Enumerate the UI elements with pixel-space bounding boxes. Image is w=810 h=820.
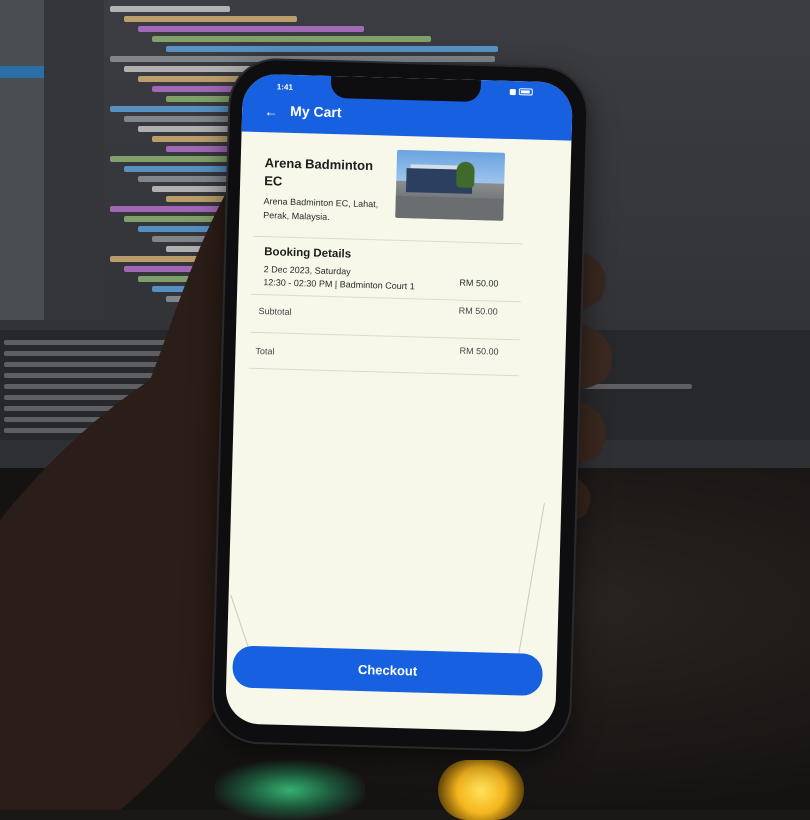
battery-icon <box>518 88 533 96</box>
wifi-icon <box>509 88 516 95</box>
code-line <box>152 36 431 42</box>
subtotal-label: Subtotal <box>258 306 292 317</box>
divider <box>248 367 519 377</box>
phone: 1:41 ← My Cart Arena Badminton EC Arena … <box>212 59 588 751</box>
venue-name: Arena Badminton EC <box>264 155 374 189</box>
divider <box>251 293 521 303</box>
code-line <box>110 6 230 12</box>
divider <box>249 331 520 341</box>
total-label: Total <box>255 345 275 357</box>
booking-price: RM 50.00 <box>459 277 499 289</box>
venue-address: Arena Badminton EC, Lahat, Perak, Malays… <box>263 196 379 222</box>
booking-details-title: Booking Details <box>264 246 352 261</box>
total-value: RM 50.00 <box>459 345 499 357</box>
phone-screen: 1:41 ← My Cart Arena Badminton EC Arena … <box>225 73 574 733</box>
page-title: My Cart <box>289 102 342 121</box>
status-time: 1:41 <box>276 82 293 92</box>
booking-slot: 12:30 - 02:30 PM | Badminton Court 1 <box>263 277 415 292</box>
venue-photo <box>395 149 506 221</box>
checkout-button[interactable]: Checkout <box>232 645 544 697</box>
screen-crack <box>230 595 251 653</box>
code-line <box>138 26 364 32</box>
status-icons <box>509 88 533 96</box>
booking-date: 2 Dec 2023, Saturday <box>263 264 351 277</box>
phone-notch <box>330 75 482 103</box>
code-line <box>124 66 262 72</box>
subtotal-value: RM 50.00 <box>458 305 498 317</box>
code-line <box>124 16 297 22</box>
arrow-left-icon[interactable]: ← <box>264 103 278 119</box>
code-line <box>166 46 498 52</box>
venue-card[interactable]: Arena Badminton EC Arena Badminton EC, L… <box>249 140 539 240</box>
